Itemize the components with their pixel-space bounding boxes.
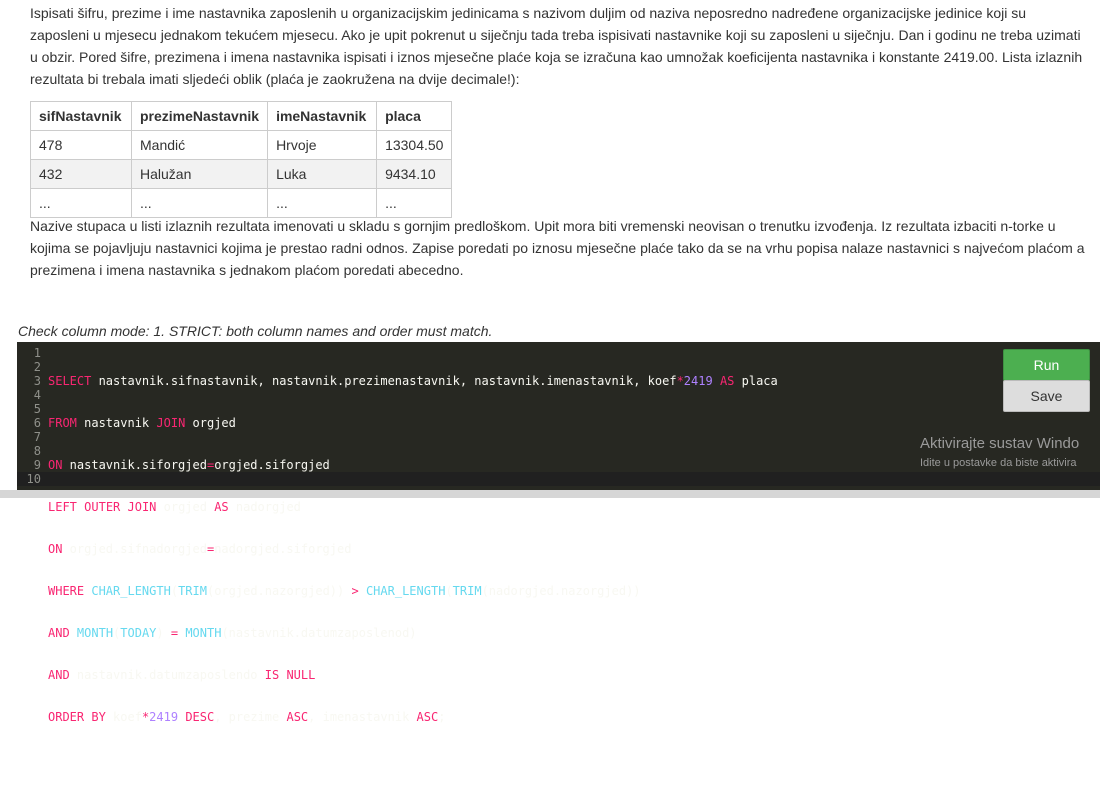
code-line[interactable]: ORDER BY koef*2419 DESC, prezime ASC, im… <box>48 710 778 724</box>
code-text[interactable]: SELECT nastavnik.sifnastavnik, nastavnik… <box>48 346 778 794</box>
table-cell: ... <box>30 188 132 218</box>
line-number: 7 <box>33 430 41 444</box>
line-number: 4 <box>33 388 41 402</box>
column-header: placa <box>376 101 453 131</box>
task-paragraph-1: Ispisati šifru, prezime i ime nastavnika… <box>30 5 1083 87</box>
code-line[interactable]: ON nastavnik.siforgjed=orgjed.siforgjed <box>48 458 778 472</box>
table-row: 432 Halužan Luka 9434.10 <box>30 159 453 189</box>
line-number: 5 <box>33 402 41 416</box>
code-line[interactable]: LEFT OUTER JOIN orgjed AS nadorgjed <box>48 500 778 514</box>
line-number: 6 <box>33 416 41 430</box>
column-header: sifNastavnik <box>30 101 132 131</box>
table-cell: Mandić <box>130 130 269 160</box>
table-cell: ... <box>130 188 269 218</box>
task-description-continued: Nazive stupaca u listi izlaznih rezultat… <box>30 215 1090 281</box>
save-button[interactable]: Save <box>1003 380 1090 412</box>
line-number: 8 <box>33 444 41 458</box>
line-number: 9 <box>33 458 41 472</box>
line-number: 3 <box>33 374 41 388</box>
code-line[interactable]: WHERE CHAR_LENGTH(TRIM(orgjed.nazorgjed)… <box>48 584 778 598</box>
code-line[interactable] <box>48 752 778 766</box>
line-number: 1 <box>33 346 41 360</box>
column-header: prezimeNastavnik <box>130 101 269 131</box>
run-button[interactable]: Run <box>1003 349 1090 381</box>
table-header-row: sifNastavnik prezimeNastavnik imeNastavn… <box>30 101 453 131</box>
line-number: 2 <box>33 360 41 374</box>
line-number-gutter: 1 2 3 4 5 6 7 8 9 10 <box>17 346 43 486</box>
table-cell: 432 <box>30 159 132 189</box>
table-row: 478 Mandić Hrvoje 13304.50 <box>30 130 453 160</box>
table-row: ... ... ... ... <box>30 188 453 218</box>
table-cell: 478 <box>30 130 132 160</box>
table-cell: 9434.10 <box>376 159 453 189</box>
sample-output-table: sifNastavnik prezimeNastavnik imeNastavn… <box>30 101 453 218</box>
windows-activation-watermark-title: Aktivirajte sustav Windo <box>920 435 1080 452</box>
code-line[interactable]: FROM nastavnik JOIN orgjed <box>48 416 778 430</box>
table-cell: ... <box>376 188 453 218</box>
task-paragraph-2: Nazive stupaca u listi izlaznih rezultat… <box>30 218 1085 278</box>
code-line[interactable]: SELECT nastavnik.sifnastavnik, nastavnik… <box>48 374 778 388</box>
task-description: Ispisati šifru, prezime i ime nastavnika… <box>30 2 1085 90</box>
table-cell: Hrvoje <box>267 130 378 160</box>
table-cell: Halužan <box>130 159 269 189</box>
table-cell: 13304.50 <box>376 130 453 160</box>
line-number: 10 <box>26 472 41 486</box>
bottom-scrollbar[interactable] <box>0 490 1100 498</box>
table-cell: Luka <box>267 159 378 189</box>
windows-activation-watermark-subtitle: Idite u postavke da biste aktivira <box>920 457 1077 469</box>
column-header: imeNastavnik <box>267 101 378 131</box>
table-cell: ... <box>267 188 378 218</box>
code-line[interactable]: ON orgjed.sifnadorgjed=nadorgjed.siforgj… <box>48 542 778 556</box>
check-column-mode: Check column mode: 1. STRICT: both colum… <box>18 323 493 339</box>
code-line[interactable]: AND nastavnik.datumzaposlendo IS NULL <box>48 668 778 682</box>
code-line[interactable]: AND MONTH(TODAY) = MONTH(nastavnik.datum… <box>48 626 778 640</box>
